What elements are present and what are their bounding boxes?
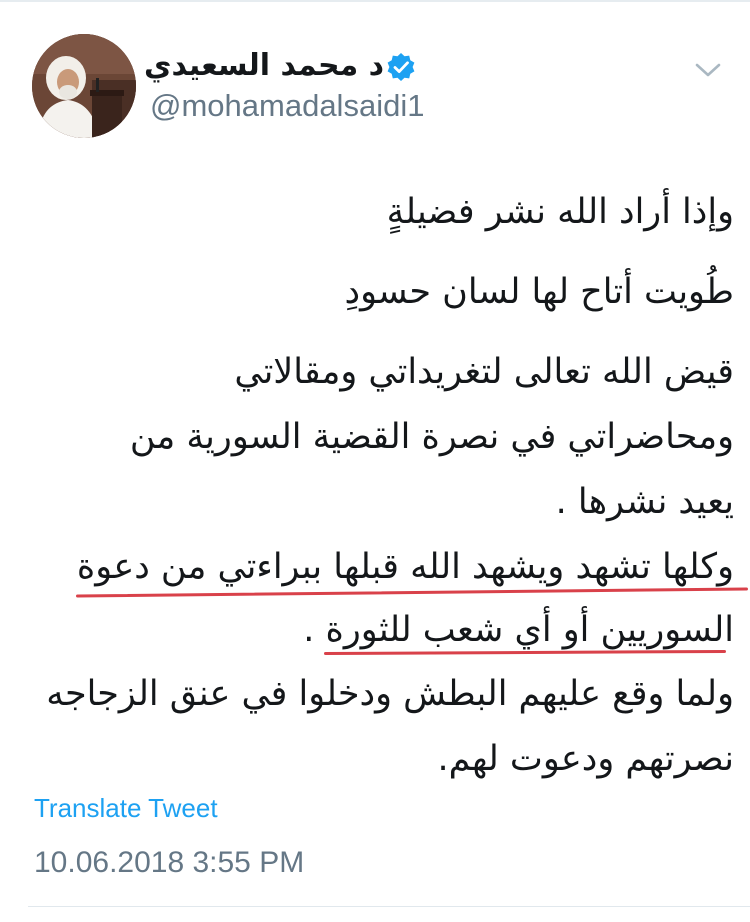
tweet-text-line: وكلها تشهد ويشهد الله قبلها ببراءتي من د… (76, 547, 734, 587)
verified-badge-icon (387, 53, 415, 81)
divider (28, 906, 750, 907)
tweet-text-line: ومحاضراتي في نصرة القضية السورية من (129, 417, 734, 457)
chevron-down-icon[interactable] (690, 58, 726, 82)
tweet-text-line: طُويت أتاح لها لسان حسودِ (344, 272, 734, 312)
tweet-text-line: قيض الله تعالى لتغريداتي ومقالاتي (234, 352, 734, 392)
author-display-name[interactable]: د محمد السعيدي (144, 46, 384, 86)
tweet-text-line: ولما وقع عليهم البطش ودخلوا في عنق الزجا… (46, 674, 734, 714)
avatar[interactable] (32, 34, 136, 138)
author-handle[interactable]: @mohamadalsaidi1 (150, 86, 424, 126)
tweet-text-line: يعيد نشرها . (555, 482, 734, 522)
tweet-text-line: نصرتهم ودعوت لهم. (437, 739, 734, 779)
tweet-timestamp[interactable]: 10.06.2018 3:55 PM (34, 843, 304, 883)
tweet-text-line: وإذا أراد الله نشر فضيلةٍ (386, 192, 734, 232)
divider (0, 0, 750, 2)
translate-tweet-link[interactable]: Translate Tweet (34, 790, 218, 826)
tweet-card: د محمد السعيدي @mohamadalsaidi1 وإذا أرا… (0, 0, 750, 922)
tweet-text-line: السوريين أو أي شعب للثورة . (303, 610, 734, 650)
